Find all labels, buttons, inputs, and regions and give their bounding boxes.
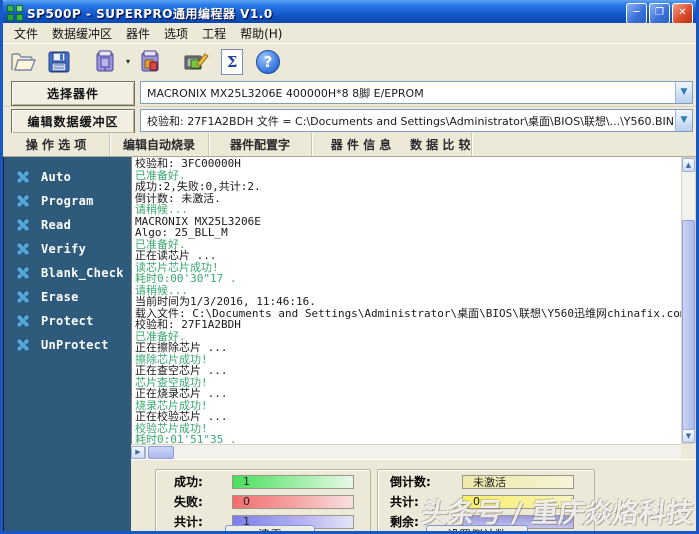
log-line: 正在查空芯片 ... [135, 364, 228, 377]
x-icon [17, 195, 29, 207]
sidebar-operation-item[interactable]: Auto [4, 165, 131, 189]
tab[interactable]: 编辑自动烧录 [110, 133, 209, 156]
log-output-area[interactable]: 校验和: 3FC00000H 已准备好. 成功:2,失败:0,共计:2. 倒计数: 未… [131, 157, 681, 444]
menu-item[interactable]: 数据缓冲区 [45, 23, 119, 44]
sidebar-item-label: Read [41, 218, 72, 232]
log-line: 倒计数: 未激活. [135, 191, 221, 205]
help-icon[interactable]: ? [252, 46, 284, 78]
maximize-button[interactable]: ❐ [649, 2, 670, 24]
log-line: 正在读芯片 ... [135, 249, 217, 262]
sidebar-item-label: Blank_Check [41, 266, 124, 280]
tab-bar: 操 作 选 项编辑自动烧录 器件配置字器 件 信 息数 据 比 较 [3, 133, 696, 157]
stat-row: 倒计数: 未激活 [378, 473, 594, 490]
sidebar-item-label: Verify [41, 242, 87, 256]
app-icon [7, 5, 23, 21]
sidebar-operation-item[interactable]: Erase [4, 285, 131, 309]
scrollbar-corner [681, 444, 696, 459]
log-line: 成功:2,失败:0,共计:2. [135, 180, 261, 193]
edit-buffer-icon[interactable] [180, 46, 212, 78]
device-combobox-arrow[interactable]: ▼ [675, 82, 692, 103]
device-operate-icon[interactable] [89, 46, 121, 78]
buffer-combobox[interactable]: 校验和: 27F1A2BDH 文件 = C:\Documents and Set… [140, 109, 693, 132]
watermark-text: 头条号 / 重庆焱烙科技 [420, 498, 696, 529]
stat-label: 失败: [174, 495, 203, 509]
tab[interactable]: 数 据 比 较 [410, 133, 472, 156]
stat-value-bar: 0 [232, 494, 354, 509]
device-combobox-value: MACRONIX MX25L3206E 400000H*8 8脚 E/EPROM [147, 86, 424, 100]
stat-value-bar: 未激活 [462, 474, 574, 489]
stat-label: 倒计数: [390, 475, 431, 489]
close-button[interactable]: ✕ [672, 2, 693, 24]
log-line: 当前时间为1/3/2016, 11:46:16. [135, 295, 316, 308]
tab[interactable]: 器件配置字 [209, 133, 312, 156]
buffer-edit-row: 编辑数据缓冲区 校验和: 27F1A2BDH 文件 = C:\Documents… [3, 106, 696, 134]
menu-bar: 文件 数据缓冲区 器件 选项 工程 帮助(H) [3, 23, 696, 44]
device-dropdown-arrow[interactable]: ▾ [126, 57, 130, 66]
scroll-down-arrow[interactable]: ▼ [682, 429, 695, 443]
save-file-icon[interactable] [43, 46, 75, 78]
x-icon [17, 219, 29, 231]
sidebar-operation-item[interactable]: Protect [4, 309, 131, 333]
sidebar-item-label: Program [41, 194, 94, 208]
log-line: 正在校验芯片 ... [135, 410, 228, 423]
buffer-combobox-value: 校验和: 27F1A2BDH 文件 = C:\Documents and Set… [147, 114, 675, 128]
x-icon [17, 291, 29, 303]
minimize-button[interactable]: ─ [626, 2, 647, 24]
buffer-combobox-arrow[interactable]: ▼ [675, 110, 692, 131]
stat-label: 共计: [174, 515, 203, 529]
device-select-row: 选择器件 MACRONIX MX25L3206E 400000H*8 8脚 E/… [3, 79, 696, 106]
log-line: 校验和: 3FC00000H [135, 157, 241, 170]
log-line: Algo: 25_BLL_M [135, 226, 228, 239]
log-line: 正在烧录芯片 ... [135, 387, 228, 400]
x-icon [17, 315, 29, 327]
tab[interactable]: 操 作 选 项 [3, 133, 110, 156]
stat-row: 成功: 1 [156, 473, 370, 490]
log-line: 正在擦除芯片 ... [135, 341, 228, 354]
sidebar-item-label: UnProtect [41, 338, 109, 352]
toolbar: ▾ Σ ? [3, 44, 696, 79]
x-icon [17, 267, 29, 279]
menu-item[interactable]: 选项 [157, 23, 195, 44]
checksum-icon[interactable]: Σ [216, 46, 248, 78]
log-horizontal-scrollbar[interactable]: ◀ ▶ [131, 444, 681, 459]
log-line: 请稍候... [135, 203, 188, 216]
sidebar-operation-item[interactable]: Read [4, 213, 131, 237]
log-line: 校验和: 27F1A2BDH [135, 318, 241, 331]
app-window: SP500P - SUPERPRO通用编程器 V1.0 ─ ❐ ✕ 文件 数据缓冲… [0, 0, 699, 534]
stat-row: 失败: 0 [156, 493, 370, 510]
stat-label: 成功: [174, 475, 203, 489]
window-title: SP500P - SUPERPRO通用编程器 V1.0 [27, 6, 273, 21]
sidebar-operation-item[interactable]: UnProtect [4, 333, 131, 357]
operations-sidebar: Auto Program Read Verify Blank_Check Era… [3, 157, 131, 531]
horizontal-scroll-thumb[interactable] [148, 446, 174, 459]
device-load-icon[interactable] [134, 46, 166, 78]
sidebar-item-label: Protect [41, 314, 94, 328]
log-line: 耗时0:01'51"35 . [135, 433, 237, 444]
sidebar-operation-item[interactable]: Program [4, 189, 131, 213]
x-icon [17, 243, 29, 255]
menu-item[interactable]: 器件 [119, 23, 157, 44]
sidebar-operation-item[interactable]: Verify [4, 237, 131, 261]
edit-buffer-button[interactable]: 编辑数据缓冲区 [11, 109, 135, 134]
open-file-icon[interactable] [7, 46, 39, 78]
log-vertical-scrollbar[interactable]: ▲ ▼ [681, 157, 696, 444]
clear-counters-button[interactable]: 清零 [225, 525, 315, 531]
sidebar-item-label: Auto [41, 170, 72, 184]
menu-item[interactable]: 帮助(H) [233, 23, 289, 44]
vertical-scroll-thumb[interactable] [682, 220, 695, 430]
tab[interactable]: 器 件 信 息 [312, 133, 410, 156]
menu-item[interactable]: 文件 [7, 23, 45, 44]
menu-item[interactable]: 工程 [195, 23, 233, 44]
sidebar-item-label: Erase [41, 290, 79, 304]
sidebar-operation-item[interactable]: Blank_Check [4, 261, 131, 285]
log-line: 耗时0:00'30"17 . [135, 272, 237, 285]
stat-value-bar: 1 [232, 474, 354, 489]
x-icon [17, 339, 29, 351]
scroll-up-arrow[interactable]: ▲ [682, 158, 695, 172]
select-device-button[interactable]: 选择器件 [11, 81, 135, 106]
scroll-right-arrow[interactable]: ▶ [131, 446, 145, 459]
x-icon [17, 171, 29, 183]
device-combobox[interactable]: MACRONIX MX25L3206E 400000H*8 8脚 E/EPROM… [140, 81, 693, 104]
